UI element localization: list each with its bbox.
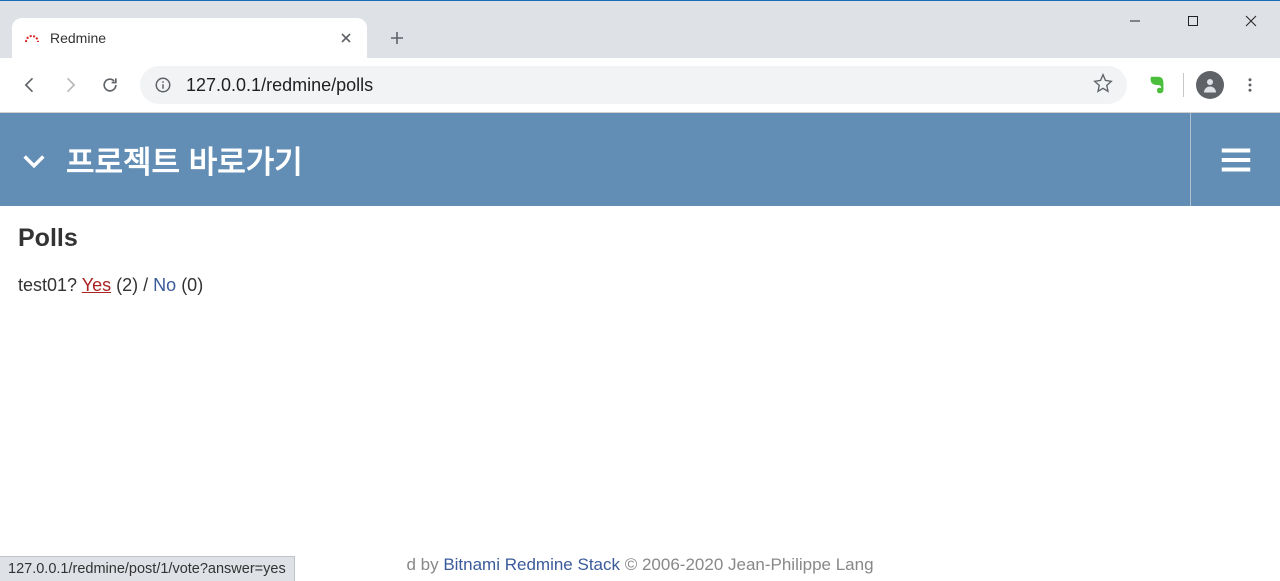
redmine-favicon [24,30,40,46]
status-bar-url: 127.0.0.1/redmine/post/1/vote?answer=yes [0,556,295,581]
window-titlebar: Redmine [0,1,1280,58]
new-tab-button[interactable] [381,22,413,54]
browser-tab[interactable]: Redmine [12,18,367,58]
site-info-icon[interactable] [154,76,172,94]
poll-question: test01? [18,275,77,295]
footer-d: d [406,555,415,574]
forward-button[interactable] [50,65,90,105]
vote-yes-link[interactable]: Yes [82,275,111,295]
project-dropdown-button[interactable] [20,146,48,174]
browser-toolbar [0,58,1280,113]
poll-row: test01? Yes (2) / No (0) [18,275,1262,296]
address-bar[interactable] [140,66,1127,104]
bitnami-link[interactable]: Bitnami Redmine Stack [443,555,620,574]
window-controls [1106,1,1280,41]
close-button[interactable] [1222,1,1280,41]
separator: / [143,275,153,295]
page-content: Polls test01? Yes (2) / No (0) [0,206,1280,314]
vote-no-link[interactable]: No [153,275,176,295]
hamburger-menu-button[interactable] [1190,113,1280,206]
tab-title: Redmine [50,30,106,46]
reload-button[interactable] [90,65,130,105]
footer-by: by [416,555,443,574]
footer-copyright: © 2006-2020 Jean-Philippe Lang [620,555,874,574]
back-button[interactable] [10,65,50,105]
close-tab-icon[interactable] [337,29,355,47]
profile-button[interactable] [1196,71,1224,99]
minimize-button[interactable] [1106,1,1164,41]
redmine-header: 프로젝트 바로가기 [0,113,1280,206]
yes-count: (2) [116,275,138,295]
no-count: (0) [181,275,203,295]
extension-evernote-icon[interactable] [1137,65,1177,105]
page-title: Polls [18,224,1262,253]
url-input[interactable] [186,75,1093,96]
chrome-menu-button[interactable] [1230,65,1270,105]
project-shortcut-title: 프로젝트 바로가기 [66,137,303,182]
footer: d by Bitnami Redmine Stack © 2006-2020 J… [0,551,1280,581]
bookmark-icon[interactable] [1093,73,1113,98]
tab-strip: Redmine [0,18,413,58]
toolbar-divider [1183,73,1184,97]
maximize-button[interactable] [1164,1,1222,41]
